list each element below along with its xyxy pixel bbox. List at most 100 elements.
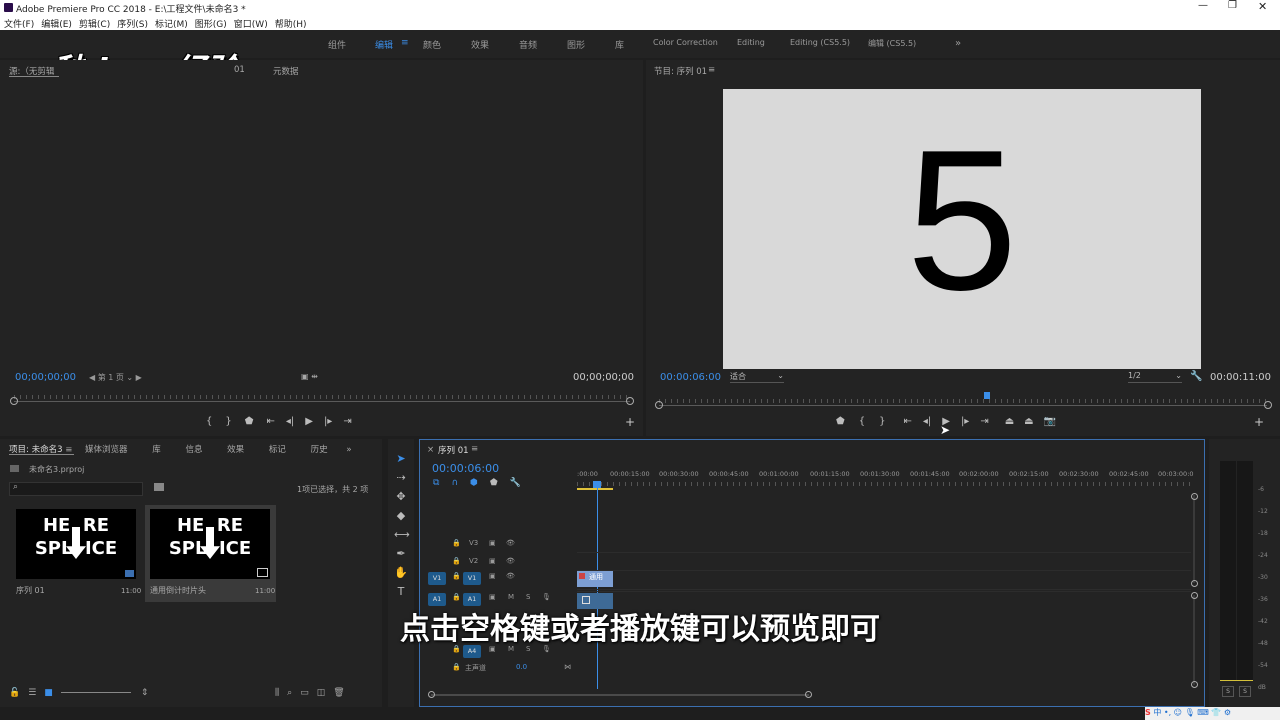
source-patch-v1[interactable]: V1: [428, 572, 446, 585]
info-tab[interactable]: 信息: [185, 445, 202, 455]
menu-clip[interactable]: 剪辑(C): [79, 20, 110, 30]
selection-tool-icon[interactable]: ➤: [394, 452, 408, 466]
menu-help[interactable]: 帮助(H): [275, 20, 307, 30]
add-marker-timeline-icon[interactable]: ⬟: [490, 478, 498, 488]
tools-icon[interactable]: ⚙: [1224, 708, 1231, 717]
lock-track-icon[interactable]: 🔒: [452, 572, 461, 580]
timeline-timecode[interactable]: 00:00:06:00: [432, 462, 499, 475]
history-tab[interactable]: 历史: [311, 445, 328, 455]
program-fit-select[interactable]: 适合 ⌄: [730, 371, 784, 383]
workspace-effects[interactable]: 效果: [471, 38, 489, 51]
work-area-bar[interactable]: [577, 488, 613, 490]
program-marker-icon[interactable]: ⬟: [836, 416, 845, 427]
lock-track-icon[interactable]: 🔒: [452, 539, 461, 547]
media-browser-tab[interactable]: 媒体浏览器: [85, 445, 128, 455]
source-add-button-icon[interactable]: +: [625, 415, 635, 429]
eye-icon[interactable]: 👁: [506, 539, 515, 547]
vscroll-handle-lower[interactable]: [1191, 592, 1198, 599]
workspace-editing-cs55-cn[interactable]: 编辑 (CS5.5): [868, 38, 916, 49]
timeline-close-icon[interactable]: ×: [427, 445, 434, 455]
play-icon[interactable]: ▶: [305, 416, 313, 427]
source-settings-icon[interactable]: ▣ ⇹: [301, 372, 318, 381]
menu-file[interactable]: 文件(F): [4, 20, 34, 30]
program-tab[interactable]: 节目: 序列 01: [654, 65, 707, 77]
workspace-editing-en[interactable]: Editing: [737, 38, 765, 47]
add-marker-icon[interactable]: ⬟: [245, 416, 254, 427]
lock-track-icon[interactable]: 🔒: [452, 557, 461, 565]
automate-icon[interactable]: ⫼: [275, 688, 279, 698]
new-bin-from-search-icon[interactable]: [154, 483, 164, 491]
project-item-countdown[interactable]: HE RE SPL ICE 通用倒计时片头 11:00: [145, 505, 276, 602]
mute-button[interactable]: M: [508, 593, 514, 601]
ime-mode-icon[interactable]: 中: [1153, 708, 1161, 717]
snap-icon[interactable]: ∩: [451, 478, 458, 488]
ripple-edit-tool-icon[interactable]: ✥: [394, 490, 408, 504]
more-tabs-icon[interactable]: »: [346, 445, 351, 455]
step-back-icon[interactable]: ◂|: [286, 416, 294, 427]
find-icon[interactable]: ⌕: [287, 688, 292, 698]
menu-graphics[interactable]: 图形(G): [195, 20, 227, 30]
eye-icon[interactable]: 👁: [506, 572, 515, 580]
sync-icon[interactable]: ▣: [489, 557, 496, 565]
workspace-graphics[interactable]: 图形: [567, 38, 585, 51]
timeline-settings-icon[interactable]: 🔧: [510, 478, 521, 488]
list-view-icon[interactable]: ☰: [28, 688, 36, 698]
track-select-tool-icon[interactable]: ⇢: [394, 471, 408, 485]
pen-tool-icon[interactable]: ✒: [394, 547, 408, 561]
close-icon[interactable]: ✕: [1258, 0, 1267, 13]
workspace-audio[interactable]: 音频: [519, 38, 537, 51]
workspace-editing-cs55[interactable]: Editing (CS5.5): [790, 38, 850, 47]
sogou-icon[interactable]: S: [1145, 708, 1151, 717]
vscroll-handle-top[interactable]: [1191, 493, 1198, 500]
program-go-in-icon[interactable]: ⇤: [903, 416, 911, 427]
libraries-tab[interactable]: 库: [152, 445, 161, 455]
source-page-select[interactable]: ◀ 第 1 页 ⌄ ▶: [89, 372, 142, 383]
project-search-input[interactable]: ⌕: [9, 482, 143, 496]
timeline-hscroll[interactable]: [431, 694, 809, 696]
project-item-sequence[interactable]: HE RE SPL ICE 序列 01 11:00: [10, 505, 141, 600]
minimize-icon[interactable]: —: [1198, 0, 1208, 11]
playhead-icon[interactable]: [593, 481, 601, 488]
workspace-editing[interactable]: 编辑: [375, 38, 393, 51]
lock-icon[interactable]: 🔓: [9, 688, 20, 698]
timeline-tab[interactable]: 序列 01: [438, 444, 469, 456]
menu-marker[interactable]: 标记(M): [155, 20, 188, 30]
workspace-libraries[interactable]: 库: [615, 38, 624, 51]
sync-icon[interactable]: ▣: [489, 539, 496, 547]
hand-tool-icon[interactable]: ✋: [394, 566, 408, 580]
new-bin-icon[interactable]: ▭: [300, 688, 309, 698]
menu-edit[interactable]: 编辑(E): [41, 20, 72, 30]
new-item-icon[interactable]: ◫: [317, 688, 326, 698]
skin-icon[interactable]: 👕: [1211, 708, 1221, 717]
go-to-in-icon[interactable]: ⇤: [266, 416, 274, 427]
vscroll-handle-mid[interactable]: [1191, 580, 1198, 587]
punct-icon[interactable]: •,: [1164, 708, 1171, 717]
program-step-forward-icon[interactable]: |▸: [961, 416, 969, 427]
metadata-tab[interactable]: 元数据: [273, 65, 299, 77]
hscroll-handle-left[interactable]: [428, 691, 435, 698]
program-add-button-icon[interactable]: +: [1254, 415, 1264, 429]
export-frame-icon[interactable]: 📷: [1044, 416, 1056, 427]
type-tool-icon[interactable]: T: [394, 585, 408, 599]
go-to-out-icon[interactable]: ⇥: [343, 416, 351, 427]
effects-tab[interactable]: 效果: [227, 445, 244, 455]
razor-tool-icon[interactable]: ◆: [394, 509, 408, 523]
trash-icon[interactable]: 🗑: [333, 688, 344, 698]
video-clip[interactable]: 通用: [577, 571, 613, 587]
solo-right-button[interactable]: S: [1239, 686, 1251, 697]
solo-left-button[interactable]: S: [1222, 686, 1234, 697]
workspace-menu-icon[interactable]: ≡: [401, 38, 409, 48]
lift-icon[interactable]: ⏏: [1005, 416, 1014, 427]
program-settings-wrench-icon[interactable]: 🔧: [1190, 371, 1202, 382]
voice-icon[interactable]: 🎙: [1185, 708, 1195, 717]
mark-in-icon[interactable]: {: [206, 416, 212, 427]
timeline-vscroll-upper[interactable]: [1193, 495, 1195, 583]
timeline-menu-icon[interactable]: ≡: [471, 444, 478, 454]
go-to-end-icon[interactable]: ⋈: [564, 663, 571, 671]
keyboard-icon[interactable]: ⌨: [1197, 708, 1209, 717]
program-timecode[interactable]: 00:00:06:00: [660, 372, 721, 383]
program-go-out-icon[interactable]: ⇥: [980, 416, 988, 427]
master-volume[interactable]: 0.0: [516, 663, 527, 671]
program-playhead-icon[interactable]: [984, 392, 990, 399]
menu-sequence[interactable]: 序列(S): [117, 20, 148, 30]
